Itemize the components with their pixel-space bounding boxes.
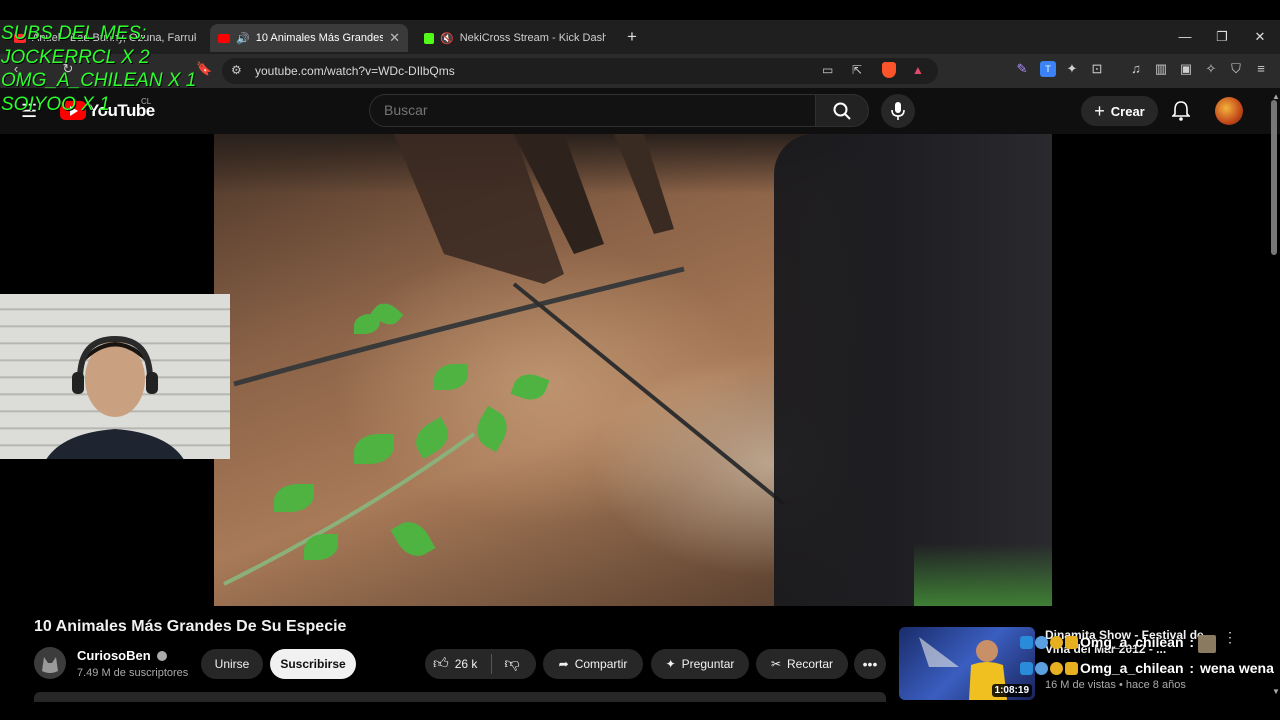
- more-options-icon[interactable]: ⋮: [1223, 629, 1237, 646]
- new-tab-button[interactable]: +: [622, 28, 642, 46]
- search-box[interactable]: [369, 94, 815, 127]
- microphone-icon: [891, 102, 905, 120]
- create-label: Crear: [1110, 103, 1145, 119]
- like-count[interactable]: 26 k: [455, 657, 478, 671]
- translate-extension-icon[interactable]: T: [1040, 61, 1056, 77]
- sidebar-icon[interactable]: ▥: [1153, 61, 1169, 77]
- chat-badge-icon: [1020, 635, 1033, 649]
- site-settings-icon[interactable]: ⚙: [231, 63, 242, 77]
- youtube-favicon-icon: [218, 33, 230, 43]
- menu-icon[interactable]: ≡: [1253, 61, 1269, 77]
- search-input[interactable]: [384, 102, 784, 118]
- wallet-icon[interactable]: ▣: [1178, 61, 1194, 77]
- channel-avatar[interactable]: [34, 647, 66, 679]
- chat-badge-icon: [1050, 635, 1063, 649]
- url-text[interactable]: youtube.com/watch?v=WDc-DIlbQms: [255, 64, 455, 78]
- leo-ai-icon[interactable]: ✧: [1203, 61, 1219, 77]
- chat-username: Omg_a_chilean: [1080, 660, 1184, 676]
- subscribe-button[interactable]: Suscribirse: [270, 649, 356, 679]
- share-page-icon[interactable]: ⇱: [852, 63, 862, 77]
- kick-favicon-icon: [424, 32, 434, 44]
- suggested-video-thumbnail[interactable]: 1:08:19: [899, 627, 1035, 700]
- chat-text: wena wena: [1199, 660, 1274, 676]
- plus-icon: +: [1094, 100, 1105, 121]
- join-button[interactable]: Unirse: [201, 649, 263, 679]
- streamer-webcam-image: [46, 335, 184, 459]
- bookmark-icon[interactable]: 🔖: [196, 61, 212, 77]
- tab-title: 10 Animales Más Grandes De Su Especie: [255, 32, 384, 44]
- chat-badge-icon: [1035, 635, 1048, 649]
- chat-badge-icon: [1035, 661, 1048, 675]
- minimize-icon[interactable]: —: [1175, 28, 1195, 46]
- like-dislike-group: 👍︎ 26 k 👎︎: [425, 649, 536, 679]
- chat-badge-icon: [1065, 635, 1078, 649]
- tab-video[interactable]: 🔊 10 Animales Más Grandes De Su Especie …: [210, 24, 408, 52]
- address-bar[interactable]: ⚙ youtube.com/watch?v=WDc-DIlbQms ▭ ⇱ ▲: [222, 58, 938, 84]
- dislike-icon[interactable]: 👎︎: [504, 655, 519, 673]
- video-player[interactable]: [214, 134, 1052, 606]
- cast-icon[interactable]: ▭: [822, 63, 833, 77]
- video-title: 10 Animales Más Grandes De Su Especie: [34, 618, 347, 635]
- clip-button[interactable]: ✂ Recortar: [756, 649, 848, 679]
- extensions-icon[interactable]: ✦: [1064, 61, 1080, 77]
- muted-icon[interactable]: 🔇: [440, 32, 454, 45]
- emote-icon: [1198, 635, 1216, 653]
- share-icon: ➦: [558, 657, 569, 671]
- scrollbar-thumb[interactable]: [1271, 100, 1277, 255]
- chat-message: Omg_a_chilean :: [1020, 634, 1196, 650]
- more-actions-icon[interactable]: •••: [854, 649, 886, 679]
- voice-search-button[interactable]: [881, 94, 915, 128]
- webcam-overlay: [0, 294, 230, 459]
- close-tab-icon[interactable]: ✕: [389, 30, 400, 46]
- brave-rewards-icon[interactable]: ▲: [912, 63, 924, 77]
- chat-badge-icon: [1050, 661, 1063, 675]
- speaker-icon[interactable]: 🔊: [236, 32, 250, 45]
- channel-name[interactable]: CuriosoBen: [77, 648, 168, 663]
- chat-badge-icon: [1020, 661, 1033, 675]
- close-window-icon[interactable]: ✕: [1250, 28, 1270, 46]
- screenshot-icon[interactable]: ⊡: [1089, 61, 1105, 77]
- brave-shields-icon[interactable]: [882, 62, 896, 78]
- chat-username: Omg_a_chilean: [1080, 634, 1184, 650]
- vpn-icon[interactable]: ⛉: [1228, 61, 1244, 77]
- restore-icon[interactable]: ❐: [1212, 28, 1232, 46]
- search-button[interactable]: [815, 94, 869, 127]
- media-icon[interactable]: ♫: [1128, 61, 1144, 77]
- chat-badge-icon: [1065, 661, 1078, 675]
- overlay-line: SUBS DEL MES:: [1, 23, 147, 44]
- verified-badge-icon: [157, 651, 168, 661]
- pen-extension-icon[interactable]: ✎: [1014, 61, 1030, 77]
- sparkle-icon: ✦: [665, 657, 676, 671]
- share-button[interactable]: ➦ Compartir: [543, 649, 643, 679]
- tab-title: NekiCross Stream - Kick Dashboard: [459, 32, 606, 44]
- description-box[interactable]: [34, 692, 886, 702]
- notifications-bell-icon[interactable]: [1172, 101, 1190, 121]
- subs-of-month-overlay: SUBS DEL MES: JOCKERRCL X 2 OMG_A_CHILEA…: [1, 22, 196, 116]
- like-icon[interactable]: 👍︎: [433, 655, 449, 673]
- scissors-icon: ✂: [770, 657, 782, 671]
- ask-button[interactable]: ✦ Preguntar: [651, 649, 749, 679]
- create-button[interactable]: + Crear: [1081, 96, 1158, 126]
- overlay-line: JOCKERRCL X 2: [1, 46, 150, 68]
- video-duration: 1:08:19: [991, 684, 1032, 697]
- subscriber-count: 7.49 M de suscriptores: [77, 667, 189, 679]
- user-avatar[interactable]: [1215, 97, 1243, 125]
- tab-kick[interactable]: 🔇 NekiCross Stream - Kick Dashboard: [416, 24, 614, 52]
- suggested-video-meta: 16 M de vistas • hace 8 años: [1045, 679, 1186, 691]
- overlay-line: OMG_A_CHILEAN X 1: [1, 70, 197, 91]
- search-icon: [833, 102, 851, 120]
- chat-message: Omg_a_chilean : wena wena: [1020, 660, 1274, 676]
- overlay-line: SOIYOO X 1: [1, 93, 110, 115]
